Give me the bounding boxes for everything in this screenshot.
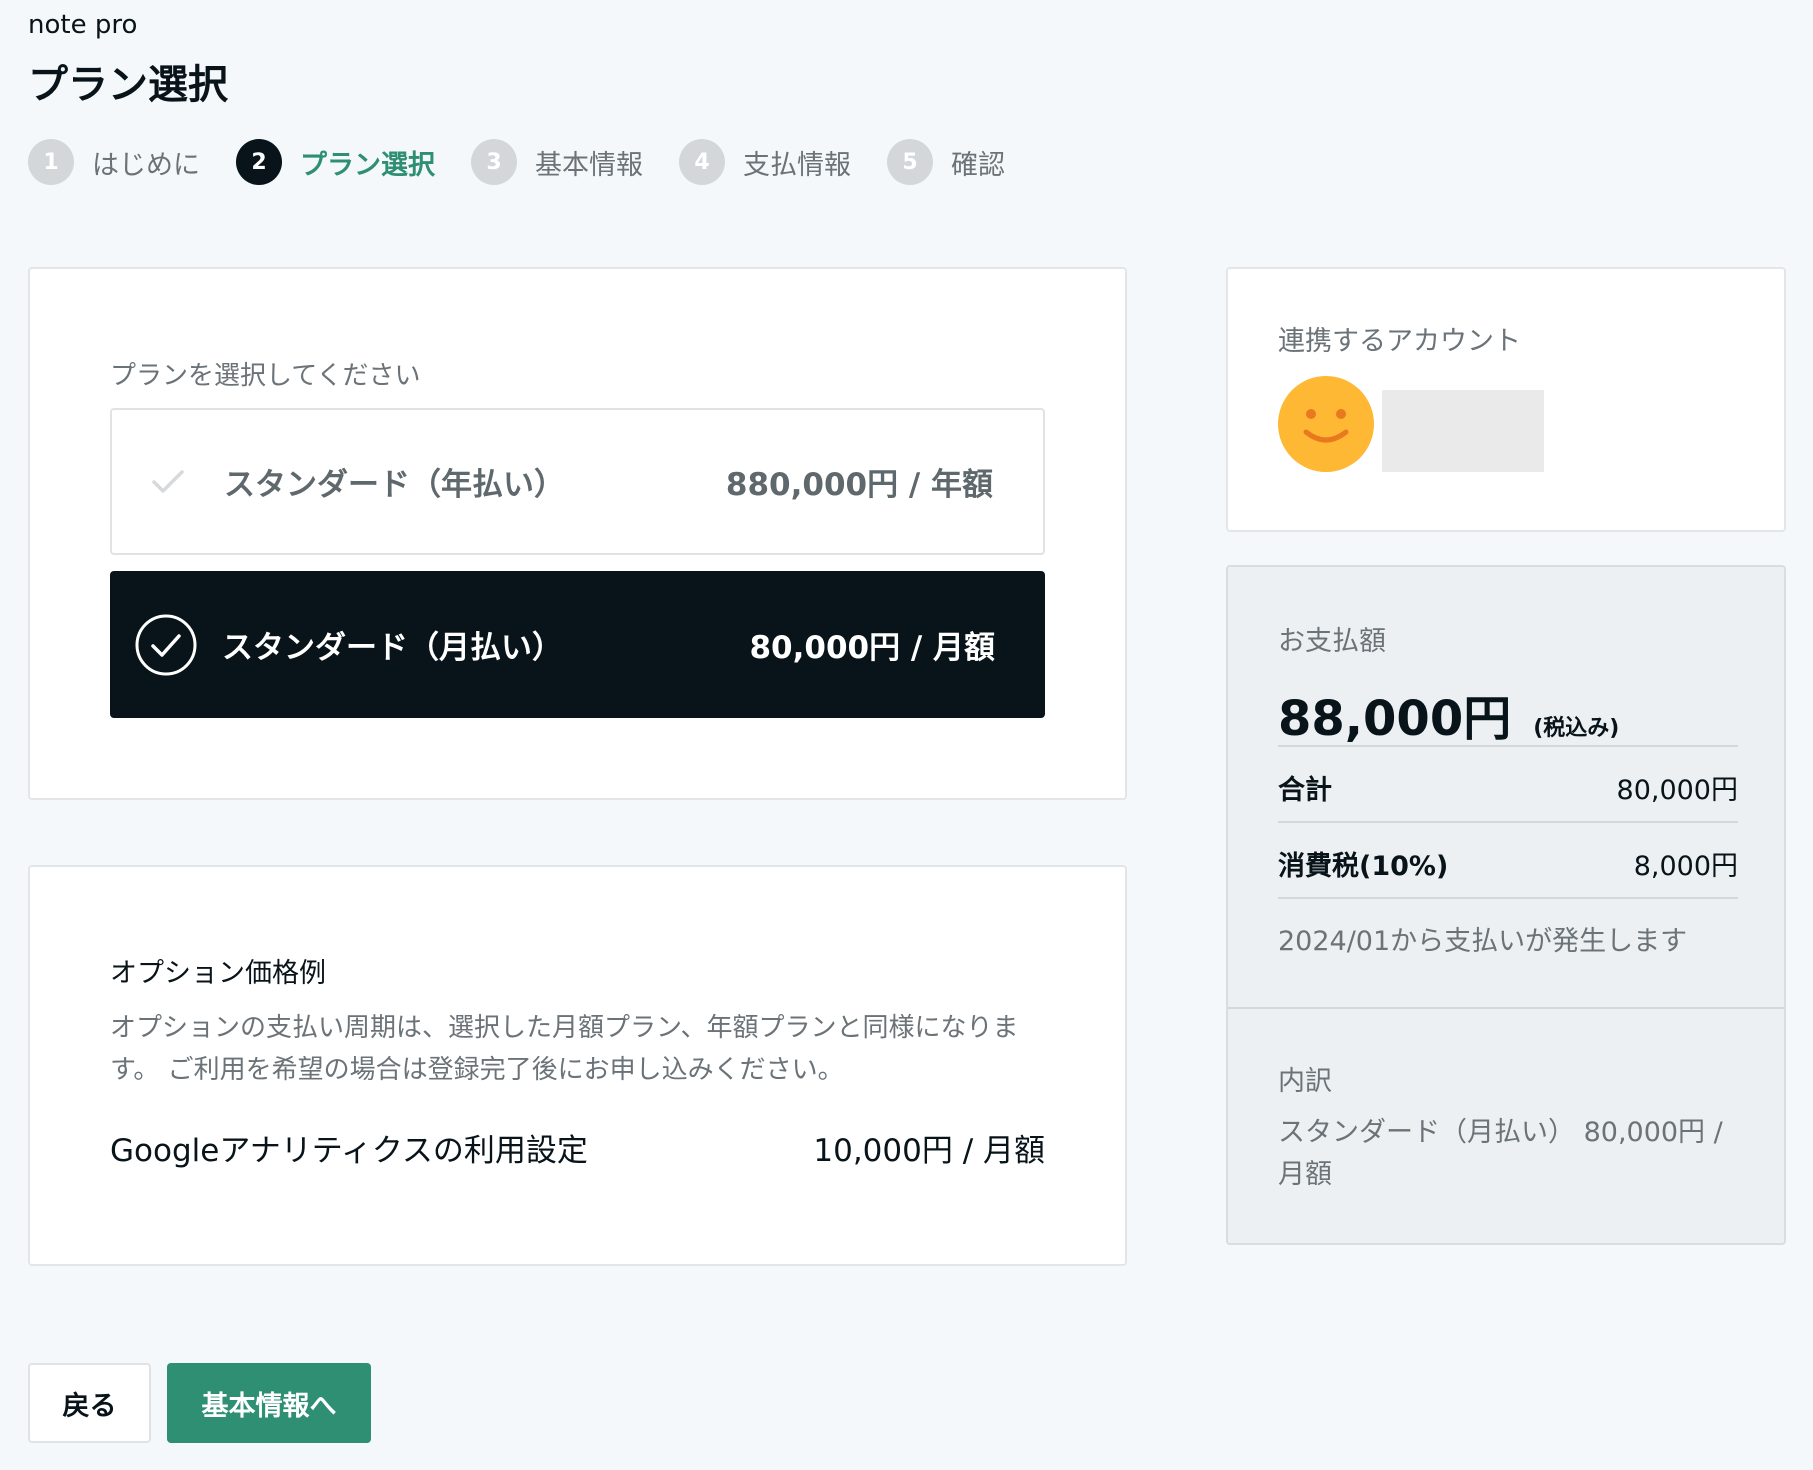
step-label: 基本情報 [535, 149, 643, 181]
step-4: 4 支払情報 [679, 139, 851, 185]
divider [1278, 897, 1738, 899]
linked-account-card: 連携するアカウント [1226, 267, 1786, 532]
tax-row: 消費税(10%) 8,000円 [1278, 829, 1738, 897]
plan-option-yearly[interactable]: スタンダード（年払い） 880,000円 / 年額 [110, 408, 1045, 555]
section-divider [1228, 1007, 1784, 1009]
back-button[interactable]: 戻る [28, 1363, 151, 1443]
option-item-row: Googleアナリティクスの利用設定 10,000円 / 月額 [110, 1125, 1045, 1170]
plan-option-monthly[interactable]: スタンダード（月払い） 80,000円 / 月額 [110, 571, 1045, 718]
plan-prompt: プランを選択してください [110, 361, 421, 391]
step-indicator: 1 はじめに 2 プラン選択 3 基本情報 4 支払情報 5 確認 [28, 139, 1041, 185]
step-number: 2 [236, 139, 282, 185]
plan-selection-card: プランを選択してください スタンダード（年払い） 880,000円 / 年額 ス… [28, 267, 1127, 800]
step-number: 5 [887, 139, 933, 185]
step-number: 3 [471, 139, 517, 185]
subtotal-label: 合計 [1278, 774, 1332, 806]
next-button[interactable]: 基本情報へ [167, 1363, 371, 1443]
check-icon [136, 450, 200, 514]
linked-account-title: 連携するアカウント [1278, 326, 1521, 357]
step-3: 3 基本情報 [471, 139, 643, 185]
brand: note pro [28, 10, 138, 40]
breakdown-title: 内訳 [1278, 1066, 1332, 1097]
breakdown-text: スタンダード（月払い） 80,000円 / 月額 [1278, 1117, 1723, 1190]
step-label: プラン選択 [300, 149, 435, 181]
page-title: プラン選択 [28, 62, 228, 108]
plan-option-price: 880,000円 / 年額 [725, 467, 993, 503]
option-pricing-title: オプション価格例 [110, 958, 326, 989]
subtotal-row: 合計 80,000円 [1278, 753, 1738, 821]
step-label: 確認 [951, 149, 1005, 181]
option-item-price: 10,000円 / 月額 [813, 1133, 1045, 1169]
step-label: はじめに [92, 149, 200, 181]
payment-total: 88,000円 [1278, 691, 1512, 747]
check-circle-icon [134, 613, 198, 677]
divider [1278, 821, 1738, 823]
plan-option-name: スタンダード（月払い） [222, 630, 563, 666]
divider [1278, 745, 1738, 747]
tax-label: 消費税(10%) [1278, 850, 1449, 882]
payment-amount: 88,000円 (税込み) [1278, 679, 1619, 749]
payment-start-note: 2024/01から支払いが発生します [1278, 926, 1688, 957]
tax-included-note: (税込み) [1533, 716, 1620, 741]
subtotal-value: 80,000円 [1616, 774, 1738, 806]
plan-option-price: 80,000円 / 月額 [749, 630, 995, 666]
step-2: 2 プラン選択 [236, 139, 435, 185]
step-label: 支払情報 [743, 149, 851, 181]
avatar-smiley-icon [1278, 376, 1374, 472]
tax-value: 8,000円 [1633, 850, 1738, 882]
step-1: 1 はじめに [28, 139, 200, 185]
plan-option-name: スタンダード（年払い） [224, 467, 565, 503]
account-name-placeholder [1382, 390, 1544, 472]
step-number: 1 [28, 139, 74, 185]
payment-label: お支払額 [1278, 626, 1386, 657]
step-number: 4 [679, 139, 725, 185]
option-item-name: Googleアナリティクスの利用設定 [110, 1133, 588, 1169]
option-pricing-card: オプション価格例 オプションの支払い周期は、選択した月額プラン、年額プランと同様… [28, 865, 1127, 1266]
payment-summary-card: お支払額 88,000円 (税込み) 合計 80,000円 消費税(10%) 8… [1226, 565, 1786, 1245]
option-pricing-description: オプションの支払い周期は、選択した月額プラン、年額プランと同様になります。 ご利… [110, 1013, 1019, 1085]
step-5: 5 確認 [887, 139, 1005, 185]
